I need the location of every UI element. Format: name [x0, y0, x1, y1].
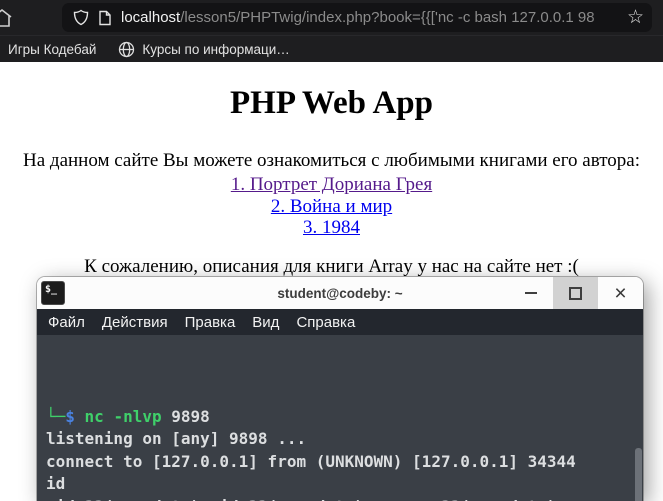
menu-actions[interactable]: Действия	[102, 314, 168, 331]
bookmark-label: Курсы по информаци…	[142, 41, 290, 57]
terminal-text-segment: └─	[46, 406, 66, 426]
terminal-line: connect to [127.0.0.1] from (UNKNOWN) [1…	[46, 451, 643, 474]
bookmark-label: Игры Кодебай	[8, 41, 97, 57]
terminal-line: id	[46, 473, 643, 496]
url-fade	[590, 3, 624, 32]
terminal-text-segment: id	[46, 474, 66, 493]
bookmark-item-games[interactable]: Игры Кодебай	[8, 42, 96, 57]
terminal-line: listening on [any] 9898 ...	[46, 428, 643, 451]
close-icon: ×	[614, 281, 627, 305]
scrollbar-thumb[interactable]	[635, 448, 642, 501]
book-link-2[interactable]: 2. Война и мир	[0, 196, 663, 218]
home-icon[interactable]	[0, 8, 13, 28]
address-bar[interactable]: localhost/lesson5/PHPTwig/index.php?book…	[62, 3, 652, 32]
maximize-button[interactable]	[553, 277, 598, 309]
terminal-text-segment: nc -nlvp	[84, 406, 162, 426]
terminal-text-segment: connect to [127.0.0.1] from (UNKNOWN) [1…	[46, 451, 576, 471]
terminal-window: $_ student@codeby: ~ × Файл Действия Пра…	[37, 277, 643, 501]
close-button[interactable]: ×	[598, 277, 643, 309]
url-path: /lesson5/PHPTwig/index.php?book={{['nc -…	[180, 9, 595, 26]
maximize-icon	[569, 286, 582, 300]
page-title: PHP Web App	[230, 85, 433, 121]
shield-icon[interactable]	[73, 9, 89, 26]
menu-help[interactable]: Справка	[296, 314, 355, 331]
terminal-output[interactable]: └─$ nc -nlvp 9898 listening on [any] 9898…	[37, 335, 643, 501]
terminal-text-segment: listening on [any] 9898 ...	[46, 429, 307, 448]
terminal-text-segment: $	[65, 406, 75, 426]
menu-edit[interactable]: Правка	[185, 314, 236, 331]
intro-text: На данном сайте Вы можете ознакомиться с…	[23, 150, 640, 171]
minimize-button[interactable]	[508, 277, 553, 309]
bookmark-item-courses[interactable]: Курсы по информаци…	[118, 41, 290, 58]
window-controls: ×	[508, 277, 643, 309]
terminal-line: uid=33(www-data) gid=33(www-data) groups…	[46, 496, 643, 501]
terminal-text-segment: uid=33(www-data) gid=33(www-data) groups…	[46, 497, 557, 501]
menu-file[interactable]: Файл	[48, 314, 85, 331]
globe-icon	[118, 41, 135, 58]
terminal-app-icon: $_	[41, 281, 65, 305]
terminal-line: └─$ nc -nlvp 9898	[46, 406, 643, 429]
url-host: localhost	[121, 9, 181, 26]
page-icon[interactable]	[98, 10, 112, 26]
book-link-3[interactable]: 3. 1984	[0, 217, 663, 239]
bookmarks-bar: Игры Кодебай Курсы по информаци…	[0, 35, 663, 62]
terminal-titlebar[interactable]: $_ student@codeby: ~ ×	[37, 277, 643, 309]
book-links: 1. Портрет Дориана Грея 2. Война и мир 3…	[0, 174, 663, 239]
menu-view[interactable]: Вид	[252, 314, 279, 331]
browser-toolbar: localhost/lesson5/PHPTwig/index.php?book…	[0, 0, 663, 35]
url-text: localhost/lesson5/PHPTwig/index.php?book…	[121, 9, 627, 26]
browser-chrome: localhost/lesson5/PHPTwig/index.php?book…	[0, 0, 663, 62]
terminal-text-segment: 9898	[161, 406, 210, 426]
sorry-text: К сожалению, описания для книги Array у …	[84, 255, 579, 277]
book-link-1[interactable]: 1. Портрет Дориана Грея	[0, 174, 663, 196]
minimize-icon	[524, 292, 537, 294]
terminal-menubar: Файл Действия Правка Вид Справка	[37, 309, 643, 335]
bookmark-star-icon[interactable]: ☆	[627, 3, 644, 32]
